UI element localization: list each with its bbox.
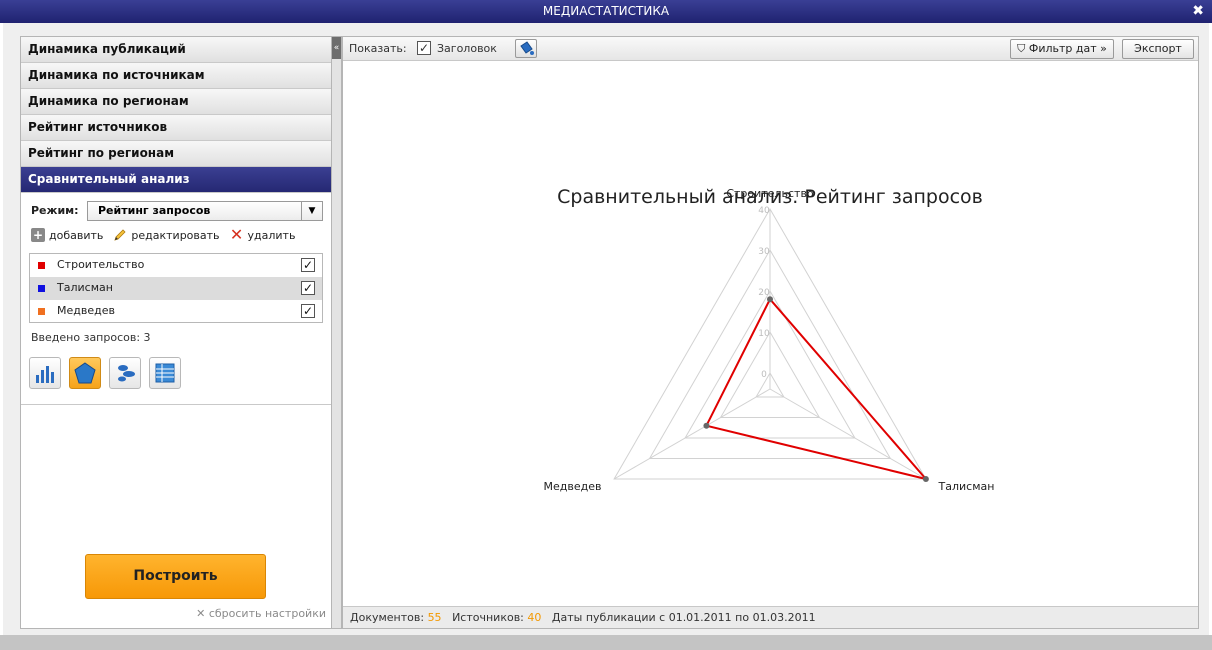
query-checkbox[interactable]: ✓ xyxy=(301,281,315,295)
window-titlebar: МЕДИАСТАТИСТИКА ✖ xyxy=(0,0,1212,23)
radar-chart-icon xyxy=(74,362,96,384)
edit-query-label: редактировать xyxy=(131,228,220,242)
radar-tick-label: 10 xyxy=(758,329,770,339)
query-counter: Введено запросов: 3 xyxy=(31,331,151,344)
color-swatch xyxy=(38,262,45,269)
export-button[interactable]: Экспорт xyxy=(1122,39,1194,59)
query-item-label: Медведев xyxy=(57,304,115,317)
delete-x-icon: ✕ xyxy=(229,225,244,244)
radar-tick-labels: 0 10 20 30 40 xyxy=(758,206,770,380)
documents-count: 55 xyxy=(427,611,442,624)
build-button[interactable]: Построить xyxy=(85,554,266,599)
add-query-button[interactable]: + добавить xyxy=(31,228,103,242)
query-checkbox[interactable]: ✓ xyxy=(301,304,315,318)
radar-tick-label: 40 xyxy=(758,206,770,216)
radar-axis-line xyxy=(769,388,927,480)
close-icon[interactable]: ✖ xyxy=(1192,0,1204,23)
bubble-chart-view-button[interactable] xyxy=(109,357,141,389)
dropdown-arrow-icon[interactable]: ▼ xyxy=(301,202,322,220)
chevron-down-icon: » xyxy=(1096,42,1107,55)
window-bottom-strip xyxy=(0,635,1212,650)
main-window: Динамика публикаций Динамика по источник… xyxy=(0,23,1212,635)
radar-axis-line xyxy=(613,388,771,480)
paint-bucket-icon xyxy=(520,41,534,55)
header-checkbox[interactable]: ✓ xyxy=(417,41,431,55)
plus-icon: + xyxy=(31,228,45,242)
table-view-button[interactable] xyxy=(149,357,181,389)
collapse-left-icon[interactable]: « xyxy=(332,37,341,59)
radar-tick-label: 20 xyxy=(758,288,770,298)
accordion-item-region-rating[interactable]: Рейтинг по регионам xyxy=(21,141,331,167)
reset-x-icon: ✕ xyxy=(196,607,209,620)
table-icon xyxy=(155,363,175,383)
bar-chart-view-button[interactable] xyxy=(29,357,61,389)
color-swatch xyxy=(38,285,45,292)
bar-chart-icon xyxy=(36,366,54,383)
reset-settings-label: сбросить настройки xyxy=(208,607,326,620)
date-filter-label: Фильтр дат xyxy=(1028,42,1097,55)
header-checkbox-label: Заголовок xyxy=(437,42,497,55)
pencil-icon xyxy=(114,229,126,241)
query-checkbox[interactable]: ✓ xyxy=(301,258,315,272)
sources-label: Источников: xyxy=(452,611,524,624)
color-swatch xyxy=(38,308,45,315)
publication-dates: Даты публикации с 01.01.2011 по 01.03.20… xyxy=(551,611,816,624)
query-item[interactable]: Строительство ✓ xyxy=(30,254,322,277)
mode-select[interactable]: Рейтинг запросов ▼ xyxy=(87,201,323,221)
query-item[interactable]: Медведев ✓ xyxy=(30,300,322,323)
delete-query-button[interactable]: ✕ удалить xyxy=(229,225,296,244)
mode-label: Режим: xyxy=(31,204,79,217)
query-list: Строительство ✓ Талисман ✓ Медведев ✓ xyxy=(29,253,323,323)
color-fill-button[interactable] xyxy=(515,39,537,58)
comparative-analysis-panel: Режим: Рейтинг запросов ▼ + добавить ред… xyxy=(21,193,331,405)
date-filter-button[interactable]: ⛉ Фильтр дат » xyxy=(1010,39,1114,59)
query-item-label: Строительство xyxy=(57,258,145,271)
documents-label: Документов: xyxy=(350,611,425,624)
accordion-item-source-dynamics[interactable]: Динамика по источникам xyxy=(21,63,331,89)
radar-axis-labels: Строительство Талисман Медведев xyxy=(543,187,994,493)
chart-view-switcher xyxy=(29,357,189,389)
radar-axis-label: Строительство xyxy=(726,187,814,200)
query-actions: + добавить редактировать ✕ удалить xyxy=(31,227,305,243)
query-item[interactable]: Талисман ✓ xyxy=(30,277,322,300)
radar-tick-label: 30 xyxy=(758,247,770,257)
status-bar: Документов: 55 Источников: 40 Даты публи… xyxy=(343,606,1198,628)
accordion-item-source-rating[interactable]: Рейтинг источников xyxy=(21,115,331,141)
chart-toolbar: Показать: ✓ Заголовок ⛉ Фильтр дат » Экс… xyxy=(343,37,1198,61)
radar-data-point xyxy=(922,476,929,482)
accordion-item-region-dynamics[interactable]: Динамика по регионам xyxy=(21,89,331,115)
accordion-item-comparative-analysis[interactable]: Сравнительный анализ xyxy=(21,167,331,193)
delete-query-label: удалить xyxy=(247,228,296,242)
radar-data-point xyxy=(767,296,773,303)
radar-series-line xyxy=(704,297,929,481)
reset-settings-link[interactable]: ✕ сбросить настройки xyxy=(196,607,326,620)
show-label: Показать: xyxy=(349,42,407,55)
filter-funnel-icon: ⛉ xyxy=(1017,42,1029,55)
chart-panel: Показать: ✓ Заголовок ⛉ Фильтр дат » Экс… xyxy=(342,36,1199,629)
left-panel: Динамика публикаций Динамика по источник… xyxy=(20,36,332,629)
radar-axis-label: Медведев xyxy=(543,480,601,493)
radar-grid xyxy=(613,208,927,480)
panel-collapse-bar[interactable]: « xyxy=(332,36,342,629)
edit-query-button[interactable]: редактировать xyxy=(113,228,220,242)
window-title: МЕДИАСТАТИСТИКА xyxy=(542,4,670,18)
radar-chart: Сравнительный анализ. Рейтинг запросов С… xyxy=(543,186,994,493)
bubble-chart-icon xyxy=(118,365,135,382)
accordion-item-publication-dynamics[interactable]: Динамика публикаций xyxy=(21,37,331,63)
radar-tick-label: 0 xyxy=(761,370,767,380)
query-item-label: Талисман xyxy=(57,281,113,294)
add-query-label: добавить xyxy=(49,228,104,242)
sources-count: 40 xyxy=(527,611,542,624)
radar-chart-view-button[interactable] xyxy=(69,357,101,389)
radar-data-point xyxy=(703,422,710,429)
radar-axis-label: Талисман xyxy=(938,480,995,493)
mode-select-value: Рейтинг запросов xyxy=(98,204,211,217)
